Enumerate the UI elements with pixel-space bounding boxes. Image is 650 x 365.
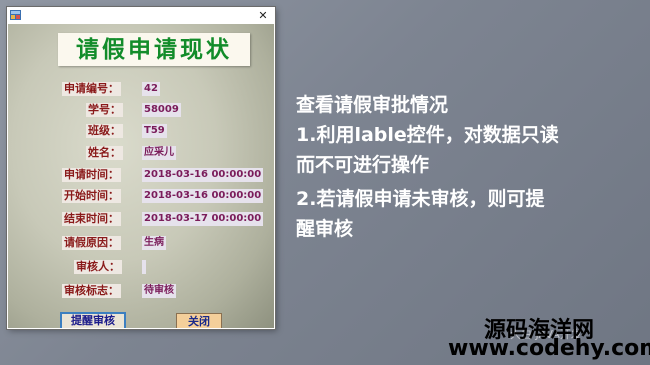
desc-line-2: 1.利用lable控件，对数据只读 [296, 124, 559, 146]
student-id-label: 学号： [86, 103, 123, 117]
desc-line-3: 而不可进行操作 [296, 154, 430, 176]
reviewer-value [142, 260, 146, 274]
reason-label: 请假原因： [62, 236, 121, 250]
apply-time-value: 2018-03-16 00:00:00 [142, 168, 264, 182]
class-value: T59 [142, 124, 167, 138]
review-status-label: 审核标志： [62, 284, 121, 298]
form-area: 请假申请现状 申请编号： 42 学号： 58009 班级： T59 姓名： 应采… [8, 24, 274, 328]
close-button[interactable]: 关闭 [176, 313, 222, 328]
screen: { "window": {"close_glyph": "✕"}, "form"… [0, 0, 650, 365]
remind-review-button[interactable]: 提醒审核 [60, 312, 126, 328]
desc-line-1: 查看请假审批情况 [296, 94, 449, 116]
end-time-value: 2018-03-17 00:00:00 [142, 212, 264, 226]
student-id-value: 58009 [142, 103, 181, 117]
title-bar: ✕ [7, 7, 275, 24]
app-icon [10, 10, 21, 20]
reason-value: 生病 [142, 236, 166, 250]
name-value: 应采儿 [142, 146, 176, 160]
watermark-site-url: www.codehy.com [448, 336, 650, 361]
application-id-label: 申请编号： [62, 82, 121, 96]
name-label: 姓名： [86, 146, 123, 160]
close-icon: ✕ [258, 9, 268, 22]
close-window-button[interactable]: ✕ [252, 8, 274, 23]
end-time-label: 结束时间： [62, 212, 121, 226]
form-title-banner: 请假申请现状 [58, 33, 250, 66]
reviewer-label: 审核人： [74, 260, 122, 274]
start-time-label: 开始时间： [62, 189, 121, 203]
review-status-value: 待审核 [142, 284, 176, 298]
start-time-value: 2018-03-16 00:00:00 [142, 189, 264, 203]
leave-status-window: ✕ 请假申请现状 申请编号： 42 学号： 58009 班级： T59 姓名： … [7, 7, 275, 329]
class-label: 班级： [86, 124, 123, 138]
desc-line-4: 2.若请假申请未审核，则可提 [296, 188, 545, 210]
desc-line-5: 醒审核 [296, 218, 354, 240]
form-title: 请假申请现状 [76, 36, 232, 63]
apply-time-label: 申请时间： [62, 168, 121, 182]
application-id-value: 42 [142, 82, 160, 96]
